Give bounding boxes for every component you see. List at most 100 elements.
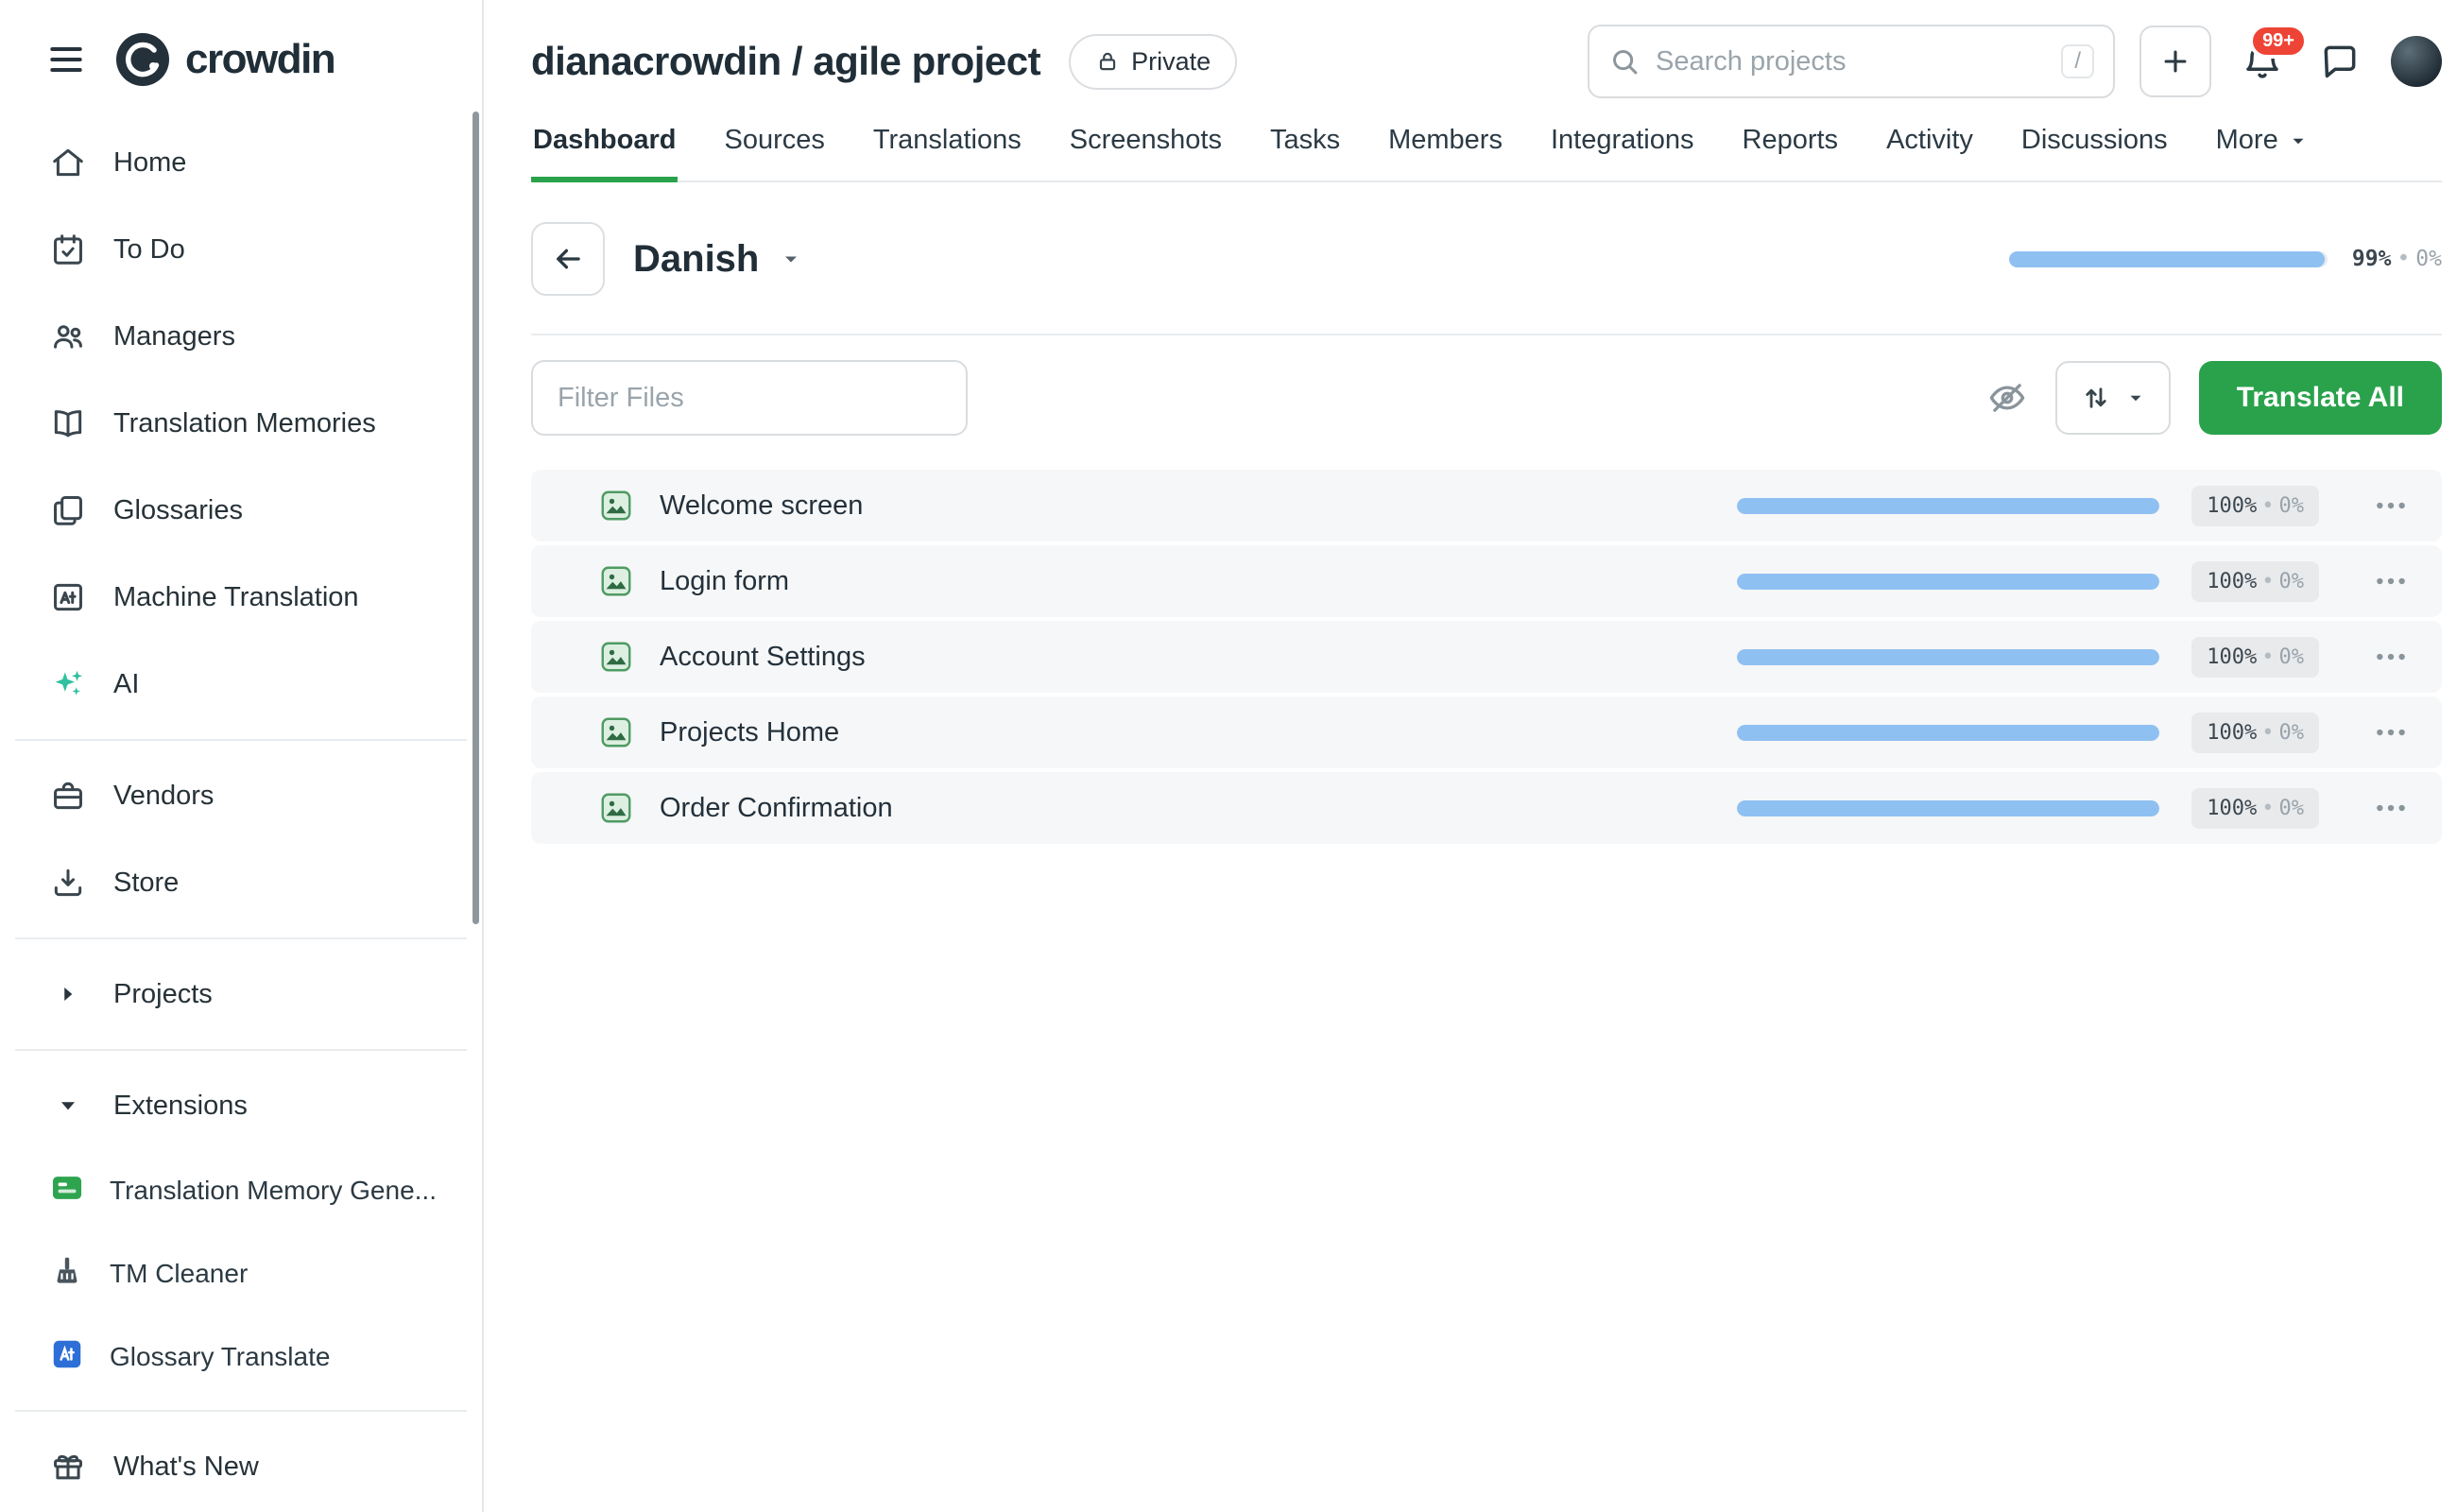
sidebar-divider: [15, 1410, 467, 1412]
chat-icon: [2319, 41, 2361, 82]
sidebar-section-projects[interactable]: Projects: [0, 951, 482, 1038]
gift-icon: [49, 1449, 87, 1485]
tab-translations[interactable]: Translations: [871, 108, 1023, 180]
tab-more[interactable]: More: [2214, 108, 2311, 180]
project-title: dianacrowdin / agile project: [531, 39, 1040, 84]
tab-tasks[interactable]: Tasks: [1268, 108, 1342, 180]
sidebar-item-glossary-translate[interactable]: Glossary Translate: [0, 1315, 482, 1399]
sidebar-item-translation-memories[interactable]: Translation Memories: [0, 380, 482, 467]
tab-screenshots[interactable]: Screenshots: [1068, 108, 1224, 180]
file-progress-bar: [1737, 574, 2159, 590]
privacy-badge[interactable]: Private: [1069, 34, 1237, 90]
approved-percent: 0%: [2279, 645, 2305, 669]
sidebar-item-tm-generator[interactable]: Translation Memory Gene...: [0, 1149, 482, 1232]
sidebar-item-whats-new[interactable]: What's New: [0, 1423, 482, 1510]
sidebar-scrollbar[interactable]: [472, 112, 479, 924]
tab-members[interactable]: Members: [1386, 108, 1504, 180]
image-file-icon: [599, 715, 633, 749]
sidebar-item-glossaries[interactable]: Glossaries: [0, 467, 482, 554]
sidebar-item-store[interactable]: Store: [0, 839, 482, 926]
user-avatar[interactable]: [2391, 36, 2442, 87]
file-name[interactable]: Welcome screen: [660, 490, 863, 522]
lock-icon: [1095, 49, 1120, 74]
create-project-button[interactable]: [2139, 26, 2211, 97]
crowdin-logo[interactable]: crowdin: [115, 32, 335, 87]
file-toolbar: Translate All: [531, 360, 2442, 436]
arrow-left-icon: [550, 241, 586, 277]
file-name[interactable]: Order Confirmation: [660, 793, 893, 824]
tab-activity[interactable]: Activity: [1884, 108, 1975, 180]
sidebar-item-label: Vendors: [113, 781, 214, 812]
sidebar-item-machine-translation[interactable]: Machine Translation: [0, 554, 482, 641]
sidebar-item-ai[interactable]: AI: [0, 641, 482, 728]
file-menu-button[interactable]: [2372, 713, 2410, 751]
tm-generator-icon: [49, 1170, 85, 1212]
file-row[interactable]: Order Confirmation 100%•0%: [531, 772, 2442, 844]
sidebar-item-label: Machine Translation: [113, 582, 359, 613]
language-header: Danish 99%•0%: [531, 222, 2442, 296]
language-dropdown-caret[interactable]: [780, 248, 802, 270]
file-stats-badge: 100%•0%: [2191, 486, 2319, 526]
file-menu-button[interactable]: [2372, 789, 2410, 827]
messages-button[interactable]: [2313, 35, 2366, 88]
sidebar-item-home[interactable]: Home: [0, 119, 482, 206]
sort-button[interactable]: [2055, 361, 2171, 435]
tab-sources[interactable]: Sources: [722, 108, 826, 180]
file-row[interactable]: Account Settings 100%•0%: [531, 621, 2442, 693]
menu-icon[interactable]: [45, 39, 87, 80]
sidebar-divider: [15, 937, 467, 939]
file-name[interactable]: Projects Home: [660, 717, 839, 748]
sidebar-divider: [15, 1049, 467, 1051]
sidebar-item-label: Managers: [113, 321, 235, 352]
image-file-icon: [599, 489, 633, 523]
file-menu-button[interactable]: [2372, 487, 2410, 524]
stat-separator: •: [2257, 721, 2278, 745]
file-row[interactable]: Welcome screen 100%•0%: [531, 470, 2442, 541]
sidebar-item-label: Home: [113, 147, 186, 179]
file-progress-bar: [1737, 725, 2159, 741]
ellipsis-icon: [2372, 562, 2410, 600]
image-file-icon: [599, 791, 633, 825]
file-row[interactable]: Projects Home 100%•0%: [531, 696, 2442, 768]
stat-separator: •: [2257, 645, 2278, 669]
sidebar-section-extensions[interactable]: Extensions: [0, 1062, 482, 1149]
translate-all-button[interactable]: Translate All: [2199, 361, 2442, 435]
sidebar-item-label: AI: [113, 669, 139, 700]
file-menu-button[interactable]: [2372, 638, 2410, 676]
ellipsis-icon: [2372, 713, 2410, 751]
search-input[interactable]: [1656, 46, 2046, 77]
search-box: /: [1588, 25, 2115, 98]
eye-off-icon: [1987, 378, 2027, 418]
tab-reports[interactable]: Reports: [1741, 108, 1841, 180]
translated-percent: 100%: [2207, 797, 2257, 820]
sidebar-item-label: TM Cleaner: [110, 1259, 248, 1289]
ai-sparkles-icon: [49, 666, 87, 702]
translated-percent: 100%: [2207, 645, 2257, 669]
notifications-button[interactable]: 99+: [2236, 35, 2289, 88]
file-stats-badge: 100%•0%: [2191, 561, 2319, 602]
file-row[interactable]: Login form 100%•0%: [531, 545, 2442, 617]
file-menu-button[interactable]: [2372, 562, 2410, 600]
tab-discussions[interactable]: Discussions: [2019, 108, 2170, 180]
ellipsis-icon: [2372, 487, 2410, 524]
back-button[interactable]: [531, 222, 605, 296]
stat-separator: •: [2257, 797, 2278, 820]
sidebar-item-label: What's New: [113, 1452, 259, 1483]
sidebar-item-todo[interactable]: To Do: [0, 206, 482, 293]
file-name[interactable]: Login form: [660, 566, 789, 597]
sidebar-item-managers[interactable]: Managers: [0, 293, 482, 380]
crowdin-logo-icon: [115, 32, 170, 87]
image-file-icon: [599, 564, 633, 598]
tab-integrations[interactable]: Integrations: [1549, 108, 1696, 180]
chevron-right-icon: [49, 982, 87, 1006]
tab-dashboard[interactable]: Dashboard: [531, 108, 678, 182]
filter-files-input[interactable]: [531, 360, 968, 436]
crowdin-wordmark: crowdin: [185, 36, 335, 83]
sidebar-item-vendors[interactable]: Vendors: [0, 752, 482, 839]
file-name[interactable]: Account Settings: [660, 642, 866, 673]
stat-separator: •: [2391, 247, 2415, 271]
hide-completed-toggle[interactable]: [1987, 378, 2027, 418]
image-file-icon: [599, 640, 633, 674]
translated-percent: 100%: [2207, 494, 2257, 518]
sidebar-item-tm-cleaner[interactable]: TM Cleaner: [0, 1232, 482, 1315]
